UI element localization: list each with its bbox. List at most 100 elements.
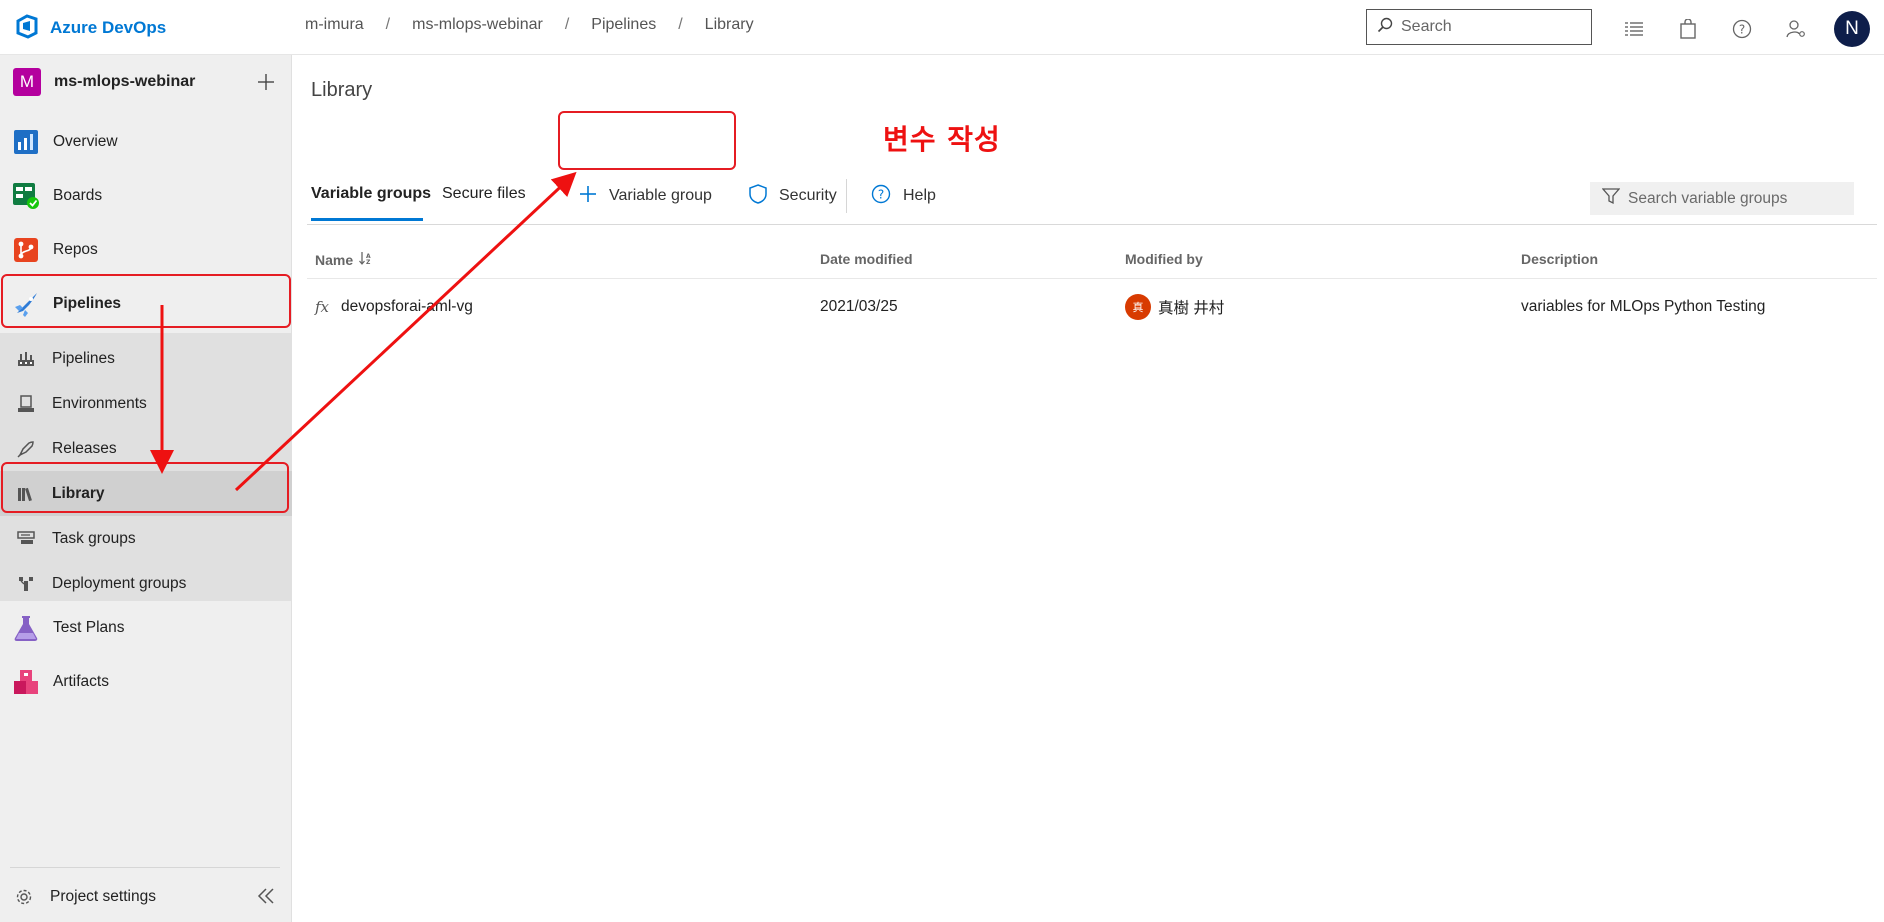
- search-icon: [1377, 17, 1393, 38]
- row-description-cell: variables for MLOps Python Testing: [1521, 298, 1766, 315]
- project-settings-label: Project settings: [50, 888, 156, 905]
- search-input[interactable]: [1401, 18, 1581, 36]
- sidebar-item-label: Overview: [53, 133, 118, 150]
- user-avatar: 真: [1125, 294, 1151, 320]
- help-icon[interactable]: ?: [1726, 13, 1758, 45]
- library-icon: [17, 485, 35, 503]
- avatar[interactable]: N: [1834, 11, 1870, 47]
- main-content: Library 변수 작성 Variable groups Secure fil…: [293, 55, 1884, 922]
- plus-icon: [579, 185, 597, 208]
- top-icons: ? N: [1618, 11, 1870, 47]
- project-settings[interactable]: Project settings: [0, 872, 292, 922]
- row-date-cell: 2021/03/25: [820, 298, 898, 315]
- pipelines-sub-icon: [17, 350, 35, 368]
- tab-secure-files[interactable]: Secure files: [442, 185, 526, 203]
- marketplace-bag-icon[interactable]: [1672, 13, 1704, 45]
- sidebar-subitem-label: Pipelines: [52, 349, 115, 367]
- table-header-divider: [307, 224, 1877, 225]
- project-badge: M: [13, 68, 41, 96]
- releases-icon: [17, 440, 35, 458]
- sidebar-item-label: Artifacts: [53, 673, 109, 690]
- global-search[interactable]: [1366, 9, 1592, 45]
- deployment-groups-icon: [17, 575, 35, 593]
- collapse-sidebar-icon[interactable]: [252, 882, 280, 910]
- sidebar-divider: [10, 867, 280, 868]
- gear-icon: [15, 888, 33, 906]
- sidebar-subitem-label: Library: [52, 484, 105, 502]
- sidebar-item-label: Pipelines: [53, 295, 122, 312]
- overview-icon: [13, 129, 39, 155]
- environments-icon: [17, 394, 35, 413]
- add-variable-group-button[interactable]: Variable group: [579, 175, 712, 217]
- sidebar-item-label: Test Plans: [53, 619, 125, 636]
- task-groups-icon: [17, 530, 35, 548]
- row-name-cell[interactable]: fx devopsforai-aml-vg: [315, 298, 473, 316]
- breadcrumb-org[interactable]: m-imura: [305, 16, 364, 34]
- sidebar-subitem-environments[interactable]: Environments: [0, 381, 292, 426]
- breadcrumb-library[interactable]: Library: [705, 16, 754, 34]
- add-variable-group-label: Variable group: [609, 187, 712, 204]
- column-header-description[interactable]: Description: [1521, 251, 1598, 267]
- breadcrumb-pipelines[interactable]: Pipelines: [591, 16, 656, 34]
- add-icon[interactable]: [252, 68, 280, 96]
- work-items-list-icon[interactable]: [1618, 13, 1650, 45]
- active-tab-indicator: [311, 218, 423, 221]
- help-label: Help: [903, 187, 936, 204]
- breadcrumb-separator: /: [385, 16, 391, 33]
- svg-text:?: ?: [1739, 23, 1745, 37]
- azure-devops-logo-icon: [14, 13, 40, 44]
- sidebar-subitem-task-groups[interactable]: Task groups: [0, 516, 292, 561]
- search-variable-groups-input[interactable]: [1628, 189, 1848, 208]
- sidebar-item-test-plans[interactable]: Test Plans: [0, 601, 292, 655]
- sidebar-item-label: Repos: [53, 241, 98, 258]
- sidebar-subitem-pipelines[interactable]: Pipelines: [0, 336, 292, 381]
- tab-variable-groups[interactable]: Variable groups: [311, 185, 431, 203]
- sidebar-subitem-label: Releases: [52, 439, 117, 457]
- sidebar-subitem-label: Deployment groups: [52, 574, 187, 592]
- sidebar-item-artifacts[interactable]: Artifacts: [0, 655, 292, 709]
- sidebar-subitem-library[interactable]: Library: [0, 471, 292, 516]
- sidebar-item-overview[interactable]: Overview: [0, 115, 292, 169]
- project-name: ms-mlops-webinar: [54, 73, 196, 90]
- filter-icon: [1601, 187, 1621, 210]
- annotation-label: 변수 작성: [883, 123, 1001, 156]
- top-bar: Azure DevOps m-imura / ms-mlops-webinar …: [0, 0, 1884, 55]
- sort-icon: AZ: [359, 251, 373, 268]
- help-button[interactable]: ? Help: [871, 175, 936, 217]
- pipelines-submenu: Pipelines Environments Releases Library …: [0, 333, 292, 601]
- sidebar-item-repos[interactable]: Repos: [0, 223, 292, 277]
- user-settings-icon[interactable]: [1780, 13, 1812, 45]
- sidebar-item-label: Boards: [53, 187, 103, 204]
- project-selector[interactable]: M ms-mlops-webinar: [0, 55, 292, 109]
- security-button[interactable]: Security: [749, 175, 837, 217]
- brand-name: Azure DevOps: [50, 18, 167, 37]
- breadcrumb-project[interactable]: ms-mlops-webinar: [412, 16, 543, 34]
- row-divider: [307, 278, 1877, 279]
- sidebar-item-pipelines[interactable]: Pipelines: [0, 277, 292, 331]
- sidebar-subitem-label: Environments: [52, 394, 147, 412]
- variable-group-filter[interactable]: [1590, 182, 1854, 215]
- variable-group-name[interactable]: devopsforai-aml-vg: [341, 298, 473, 316]
- sidebar-item-boards[interactable]: Boards: [0, 169, 292, 223]
- boards-icon: [13, 183, 39, 209]
- column-header-modified-by[interactable]: Modified by: [1125, 251, 1203, 267]
- column-header-date[interactable]: Date modified: [820, 251, 913, 267]
- sidebar-subitem-deployment-groups[interactable]: Deployment groups: [0, 561, 292, 606]
- brand[interactable]: Azure DevOps: [14, 12, 166, 44]
- sidebar-subitem-label: Task groups: [52, 529, 136, 547]
- sidebar-subitem-releases[interactable]: Releases: [0, 426, 292, 471]
- toolbar-divider: [846, 179, 847, 213]
- repos-icon: [13, 237, 39, 263]
- svg-text:Z: Z: [366, 259, 371, 265]
- page-title: Library: [311, 79, 373, 101]
- test-plans-icon: [13, 615, 39, 641]
- variable-fx-icon: fx: [315, 298, 330, 316]
- shield-icon: [749, 183, 767, 209]
- pipelines-icon: [13, 291, 39, 317]
- sidebar: M ms-mlops-webinar Overview Boards Repos…: [0, 55, 292, 922]
- help-circle-icon: ?: [871, 184, 891, 209]
- security-label: Security: [779, 187, 837, 204]
- row-modified-by-cell: 真 真樹 井村: [1125, 294, 1224, 320]
- breadcrumb-separator: /: [564, 16, 570, 33]
- column-header-name[interactable]: Name AZ: [315, 251, 373, 268]
